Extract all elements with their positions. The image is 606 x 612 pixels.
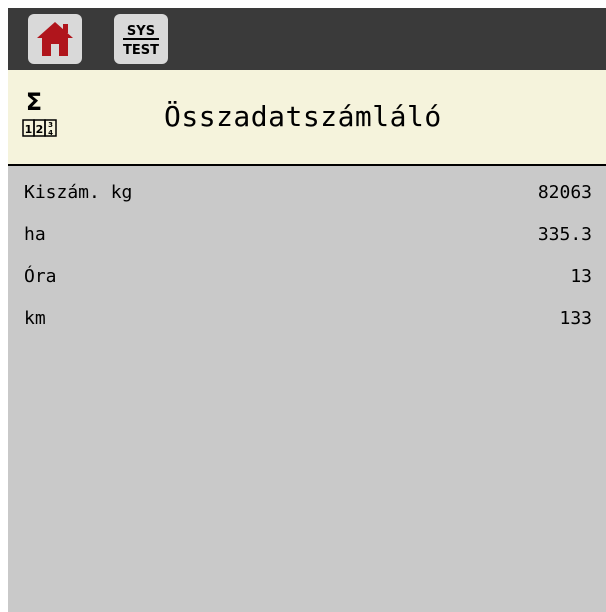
test-label: TEST	[123, 43, 159, 58]
top-toolbar: SYS TEST	[8, 8, 606, 70]
counter-row-ha[interactable]: ha 335.3	[8, 216, 606, 256]
row-label: Óra	[24, 266, 57, 287]
row-value: 335.3	[537, 224, 592, 245]
counter-row-km[interactable]: km 133	[8, 300, 606, 340]
row-value: 82063	[537, 182, 592, 203]
sys-test-button[interactable]: SYS TEST	[114, 14, 168, 64]
row-value: 133	[559, 308, 592, 329]
counter-row-kg[interactable]: Kiszám. kg 82063	[8, 174, 606, 214]
page-header: Σ 1 2 3 4 Összadatszámláló	[8, 70, 606, 166]
home-icon	[37, 22, 73, 56]
svg-text:4: 4	[48, 129, 53, 137]
counter-row-hours[interactable]: Óra 13	[8, 258, 606, 298]
row-label: Kiszám. kg	[24, 182, 133, 203]
svg-text:2: 2	[36, 123, 44, 136]
totals-counter-icon: Σ 1 2 3 4	[22, 88, 57, 137]
row-label: km	[24, 308, 46, 329]
row-value: 13	[570, 266, 592, 287]
home-button[interactable]	[28, 14, 82, 64]
counter-list: Kiszám. kg 82063 ha 335.3 Óra 13 km 133	[8, 166, 606, 612]
svg-text:3: 3	[48, 121, 53, 129]
screen-frame: SYS TEST Σ 1 2 3 4 Összadatszámláló Kisz…	[8, 8, 606, 612]
row-label: ha	[24, 224, 46, 245]
svg-text:Σ: Σ	[26, 88, 42, 116]
sys-label: SYS	[127, 24, 155, 39]
page-title: Összadatszámláló	[164, 100, 442, 133]
svg-text:1: 1	[25, 123, 33, 136]
sys-test-icon: SYS TEST	[123, 24, 159, 58]
